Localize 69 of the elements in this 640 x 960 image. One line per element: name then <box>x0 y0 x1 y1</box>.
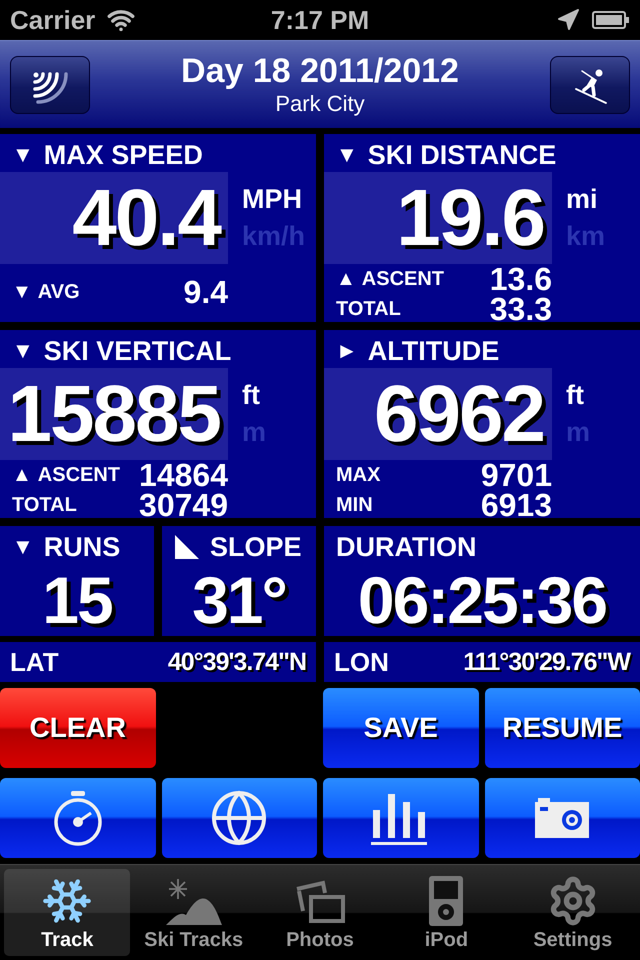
arrow-glyph: ▲ <box>336 269 356 289</box>
coordinate-value: 111°30'29.76"W <box>463 648 630 676</box>
stat-label: AVG <box>38 282 80 302</box>
location-icon <box>556 8 580 32</box>
panel-title: SLOPE <box>210 532 302 562</box>
camera-button[interactable] <box>484 778 640 858</box>
stat-value: 31° <box>192 567 286 633</box>
tab[interactable]: iPod <box>383 869 510 956</box>
panel-title: RUNS <box>44 532 120 562</box>
stat-label: ASCENT <box>38 465 120 485</box>
arrow-glyph: ▼ <box>12 142 34 168</box>
panel-title: SKI VERTICAL <box>44 336 232 366</box>
stat-value: 9701 <box>480 459 552 491</box>
tab[interactable]: Settings <box>510 869 636 956</box>
stat-label: ASCENT <box>362 269 444 289</box>
coordinate-label: LON <box>334 646 389 678</box>
arrow-glyph: ▼ <box>12 338 34 364</box>
music-player-icon <box>428 875 464 927</box>
unit-option[interactable]: ft <box>242 380 266 411</box>
clock-time: 7:17 PM <box>270 4 370 36</box>
nav-subtitle: Park City <box>275 91 365 117</box>
tab[interactable]: Track <box>4 869 130 956</box>
slope-icon <box>174 534 200 560</box>
battery-icon <box>592 11 630 29</box>
stat-label: MIN <box>336 495 373 515</box>
stat-value: 30749 <box>139 489 228 518</box>
action-button[interactable]: SAVE <box>323 688 478 768</box>
stat-label: TOTAL <box>336 299 401 319</box>
coordinate-value: 40°39'3.74"N <box>168 648 306 676</box>
clear-button[interactable]: CLEAR <box>0 688 156 768</box>
skier-button[interactable] <box>550 56 630 114</box>
tab[interactable]: Ski Tracks <box>130 869 257 956</box>
arrow-glyph: ► <box>336 338 358 364</box>
arrow-glyph: ▲ <box>12 465 32 485</box>
stat-value: 06:25:36 <box>358 567 606 633</box>
arrow-glyph: ▼ <box>12 282 32 302</box>
arrow-glyph: ▼ <box>12 534 34 560</box>
stat-value: 19.6 <box>396 178 544 258</box>
tab[interactable]: Photos <box>256 869 384 956</box>
stat-value: 13.6 <box>490 263 552 295</box>
carrier-name: Carrier <box>10 4 96 36</box>
coordinate-label: LAT <box>10 646 59 678</box>
stat-value: 14864 <box>139 459 228 491</box>
stat-value: 40.4 <box>72 178 220 258</box>
stat-value: 33.3 <box>490 293 552 322</box>
camera-icon <box>534 796 590 840</box>
stat-value: 6913 <box>480 489 552 518</box>
stat-label: MAX <box>336 465 380 485</box>
action-button[interactable]: RESUME <box>484 688 640 768</box>
stat-value: 9.4 <box>184 276 228 308</box>
globe-button[interactable] <box>162 778 317 858</box>
stat-value: 15 <box>42 567 112 633</box>
stopwatch-icon <box>52 789 104 847</box>
unit-option[interactable]: mi <box>566 184 606 215</box>
unit-option[interactable]: ft <box>566 380 590 411</box>
panel-title: DURATION <box>336 532 476 562</box>
signal-button[interactable] <box>10 56 90 114</box>
panel-title: MAX SPEED <box>44 140 203 170</box>
stat-value: 15885 <box>8 374 220 454</box>
snowy-mountain-icon <box>166 877 222 927</box>
stat-label: TOTAL <box>12 495 77 515</box>
unit-option[interactable]: MPH <box>242 184 306 215</box>
stopwatch-button[interactable] <box>0 778 156 858</box>
panel-title: ALTITUDE <box>368 336 500 366</box>
arrow-glyph: ▼ <box>336 142 358 168</box>
chart-button[interactable] <box>323 778 478 858</box>
panel-title: SKI DISTANCE <box>368 140 556 170</box>
stat-value: 6962 <box>374 374 544 454</box>
nav-title: Day 18 2011/2012 <box>181 52 459 91</box>
